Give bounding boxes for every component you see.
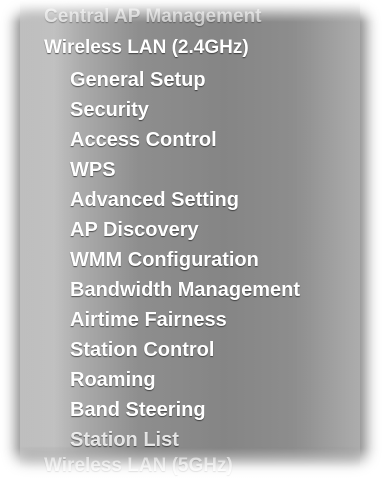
submenu-list: General Setup Security Access Control WP… xyxy=(70,65,300,455)
submenu-item-ap-discovery[interactable]: AP Discovery xyxy=(70,215,300,245)
menu-section-wireless-lan-2-4ghz[interactable]: Wireless LAN (2.4GHz) xyxy=(44,36,249,60)
submenu-item-band-steering[interactable]: Band Steering xyxy=(70,395,300,425)
submenu-item-security[interactable]: Security xyxy=(70,95,300,125)
submenu-item-airtime-fairness[interactable]: Airtime Fairness xyxy=(70,305,300,335)
submenu-item-bandwidth-management[interactable]: Bandwidth Management xyxy=(70,275,300,305)
submenu-item-station-control[interactable]: Station Control xyxy=(70,335,300,365)
submenu-item-station-list[interactable]: Station List xyxy=(70,425,300,455)
submenu-item-wmm-configuration[interactable]: WMM Configuration xyxy=(70,245,300,275)
sidebar-menu: Central AP Management Wireless LAN (2.4G… xyxy=(0,0,382,480)
submenu-item-wps[interactable]: WPS xyxy=(70,155,300,185)
menu-section-wireless-lan-5ghz[interactable]: Wireless LAN (5GHz) xyxy=(44,454,233,478)
menu-screenshot: Central AP Management Wireless LAN (2.4G… xyxy=(0,0,382,480)
submenu-item-advanced-setting[interactable]: Advanced Setting xyxy=(70,185,300,215)
submenu-item-roaming[interactable]: Roaming xyxy=(70,365,300,395)
submenu-item-access-control[interactable]: Access Control xyxy=(70,125,300,155)
submenu-item-general-setup[interactable]: General Setup xyxy=(70,65,300,95)
menu-section-central-ap-management[interactable]: Central AP Management xyxy=(44,5,262,29)
